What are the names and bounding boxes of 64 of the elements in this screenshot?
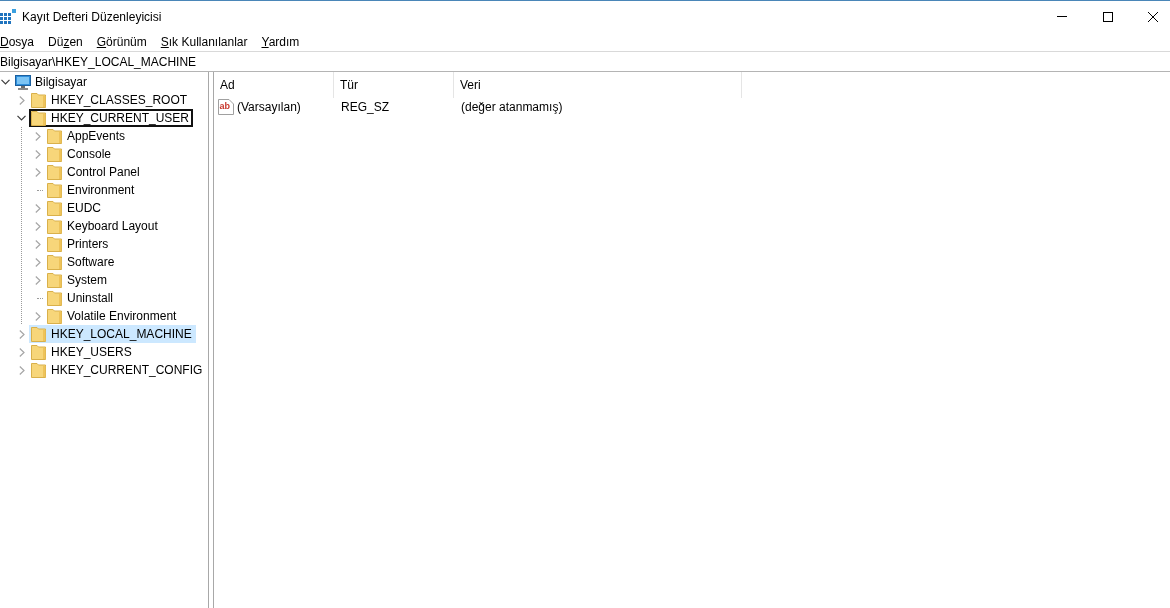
tree-item[interactable]: HKEY_CLASSES_ROOT — [29, 91, 192, 109]
registry-grid-icon — [0, 8, 16, 25]
folder-icon — [47, 218, 63, 234]
string-value-icon: ab — [218, 99, 234, 115]
tree-item[interactable]: Environment — [45, 181, 139, 199]
tree-item[interactable]: Software — [45, 253, 119, 271]
tree-item[interactable]: Volatile Environment — [45, 307, 181, 325]
chevron-right-icon[interactable] — [34, 203, 41, 213]
tree-item[interactable]: Uninstall — [45, 289, 118, 307]
tree-item[interactable]: Console — [45, 145, 116, 163]
tree-item[interactable]: HKEY_LOCAL_MACHINE — [29, 325, 196, 343]
folder-icon — [47, 308, 63, 324]
menu-item[interactable]: Yardım — [261, 33, 300, 50]
minimize-icon — [1057, 16, 1067, 17]
chevron-right-icon[interactable] — [34, 221, 41, 231]
chevron-right-icon[interactable] — [34, 131, 41, 141]
tree-item[interactable]: HKEY_USERS — [29, 343, 136, 361]
tree-item[interactable]: System — [45, 271, 111, 289]
folder-icon — [47, 146, 63, 162]
tree-item[interactable]: HKEY_CURRENT_CONFIG — [29, 361, 207, 379]
folder-icon — [47, 128, 63, 144]
chevron-right-icon[interactable] — [18, 95, 25, 105]
chevron-right-icon[interactable] — [18, 347, 25, 357]
tree-item[interactable]: Control Panel — [45, 163, 144, 181]
folder-icon — [31, 362, 47, 378]
folder-icon — [31, 344, 47, 360]
table-cell-text: (değer atanmamış) — [460, 100, 564, 114]
folder-icon — [47, 290, 63, 306]
tree-item[interactable]: HKEY_CURRENT_USER — [29, 109, 194, 127]
menu-item[interactable]: Sık Kullanılanlar — [160, 33, 248, 50]
folder-icon — [31, 92, 47, 108]
chevron-right-icon[interactable] — [34, 167, 41, 177]
chevron-right-icon[interactable] — [34, 149, 41, 159]
close-icon — [1148, 11, 1158, 22]
chevron-down-icon[interactable] — [17, 115, 26, 121]
chevron-down-icon[interactable] — [1, 79, 10, 85]
chevron-right-icon[interactable] — [34, 275, 41, 285]
folder-icon — [31, 110, 47, 126]
menu-item[interactable]: Dosya — [0, 33, 35, 50]
tree-item[interactable]: Bilgisayar — [13, 73, 92, 91]
tree-item[interactable]: EUDC — [45, 199, 105, 217]
folder-icon — [47, 182, 63, 198]
value-name: (Varsayılan) — [237, 100, 301, 114]
folder-icon — [47, 200, 63, 216]
tree-item[interactable]: AppEvents — [45, 127, 130, 145]
folder-icon — [47, 272, 63, 288]
window-title: Kayıt Defteri Düzenleyicisi — [22, 9, 162, 24]
maximize-icon — [1103, 11, 1113, 22]
tree-item[interactable]: Keyboard Layout — [45, 217, 162, 235]
folder-icon — [47, 164, 63, 180]
chevron-right-icon[interactable] — [18, 365, 25, 375]
tree-item[interactable]: Printers — [45, 235, 113, 253]
chevron-right-icon[interactable] — [34, 239, 41, 249]
folder-icon — [47, 254, 63, 270]
table-cell-text: REG_SZ — [340, 100, 390, 114]
computer-icon — [15, 74, 31, 90]
folder-icon — [47, 236, 63, 252]
chevron-right-icon[interactable] — [34, 311, 41, 321]
chevron-right-icon[interactable] — [18, 329, 25, 339]
folder-icon — [31, 326, 47, 342]
chevron-right-icon[interactable] — [34, 257, 41, 267]
menu-item[interactable]: Görünüm — [96, 33, 147, 50]
menu-item[interactable]: Düzen — [48, 33, 83, 50]
address-field[interactable]: Bilgisayar\HKEY_LOCAL_MACHINE — [0, 52, 1170, 71]
